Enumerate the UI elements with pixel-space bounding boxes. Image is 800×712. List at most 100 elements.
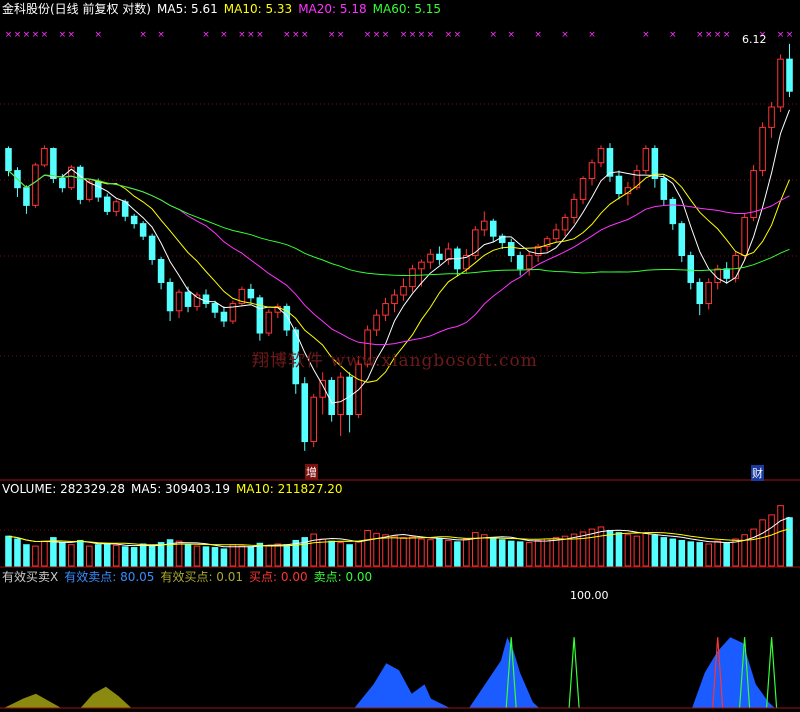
candle-body bbox=[786, 58, 793, 92]
volume-bar bbox=[624, 534, 632, 567]
candle-body bbox=[166, 281, 174, 312]
signal-x-mark: × bbox=[454, 30, 462, 40]
signal-x-mark: × bbox=[642, 30, 650, 40]
signal-x-mark: × bbox=[14, 30, 22, 40]
indicator-area bbox=[354, 637, 775, 708]
signal-x-mark: × bbox=[301, 30, 309, 40]
volume-bar bbox=[41, 540, 48, 567]
candle-body bbox=[472, 229, 479, 257]
candle-body bbox=[409, 268, 416, 288]
volume-bar bbox=[274, 543, 282, 567]
signal-x-mark: × bbox=[94, 30, 102, 40]
volume-bar bbox=[516, 541, 524, 567]
signal-x-mark: × bbox=[202, 30, 210, 40]
signal-x-mark: × bbox=[139, 30, 147, 40]
candle-body bbox=[436, 253, 443, 260]
candle-body bbox=[732, 255, 739, 279]
candle-body bbox=[157, 258, 165, 283]
volume-bar bbox=[472, 532, 479, 567]
signal-x-mark: × bbox=[561, 30, 569, 40]
signal-x-mark: × bbox=[400, 30, 408, 40]
candle-body bbox=[750, 170, 757, 218]
candle-body bbox=[391, 294, 398, 305]
volume-bar bbox=[507, 540, 515, 567]
volume-bar bbox=[427, 539, 434, 567]
volume-bar bbox=[229, 544, 237, 567]
candle-body bbox=[723, 268, 730, 279]
ma-item-0: MA5: 5.61 bbox=[157, 2, 218, 16]
candle-body bbox=[148, 235, 156, 260]
candle-body bbox=[373, 314, 380, 331]
volume-bar bbox=[103, 542, 111, 567]
vol-item-1: MA5: 309403.19 bbox=[131, 482, 230, 496]
signal-x-mark: × bbox=[489, 30, 497, 40]
volume-bar bbox=[346, 544, 353, 567]
price-high-label: 6.12 bbox=[742, 33, 767, 46]
candle-body bbox=[777, 58, 784, 108]
candle-body bbox=[741, 216, 748, 257]
candle-body bbox=[202, 294, 210, 305]
indicator-spike bbox=[766, 637, 778, 709]
low-marker: 增 bbox=[305, 464, 318, 480]
volume-bar bbox=[732, 538, 739, 567]
volume-bar bbox=[498, 539, 506, 567]
signal-x-mark: × bbox=[328, 30, 336, 40]
volume-bar bbox=[265, 544, 273, 567]
vol-item-0: VOLUME: 282329.28 bbox=[2, 482, 125, 496]
signal-x-mark: × bbox=[777, 30, 785, 40]
candle-body bbox=[265, 311, 273, 334]
volume-bar bbox=[418, 538, 425, 567]
candle-body bbox=[570, 198, 578, 218]
volume-bar bbox=[525, 542, 533, 567]
ma-item-1: MA10: 5.33 bbox=[223, 2, 293, 16]
candle-body bbox=[615, 175, 623, 195]
ma-item-3: MA60: 5.15 bbox=[372, 2, 442, 16]
candle-body bbox=[696, 281, 704, 305]
signal-x-mark: × bbox=[337, 30, 345, 40]
candle-body bbox=[489, 220, 497, 237]
volume-bar bbox=[669, 538, 677, 567]
volume-bar bbox=[5, 535, 12, 567]
candle-body bbox=[687, 255, 695, 283]
signal-x-mark: × bbox=[507, 30, 515, 40]
volume-bar bbox=[86, 545, 93, 567]
candle-body bbox=[642, 148, 650, 172]
candle-body bbox=[768, 106, 775, 128]
candle-body bbox=[50, 148, 57, 179]
candle-body bbox=[418, 261, 425, 270]
candle-body bbox=[337, 376, 344, 416]
signal-x-mark: × bbox=[41, 30, 49, 40]
volume-bar bbox=[139, 543, 147, 567]
volume-bar bbox=[68, 544, 75, 567]
signal-x-mark: × bbox=[534, 30, 542, 40]
signal-x-mark: × bbox=[238, 30, 246, 40]
candle-body bbox=[427, 253, 434, 263]
signal-x-mark: × bbox=[5, 30, 13, 40]
candle-body bbox=[23, 187, 30, 206]
volume-bar bbox=[283, 544, 291, 567]
candle-body bbox=[400, 286, 407, 296]
volume-header: VOLUME: 282329.28 MA5: 309403.19 MA10: 211… bbox=[2, 481, 349, 497]
volume-bar bbox=[687, 541, 695, 567]
candle-body bbox=[705, 281, 712, 305]
volume-bar bbox=[310, 533, 317, 567]
volume-bar bbox=[211, 547, 219, 567]
volume-bar bbox=[489, 537, 497, 567]
signal-x-mark: × bbox=[418, 30, 426, 40]
volume-bar bbox=[454, 541, 461, 567]
candle-body bbox=[561, 216, 569, 231]
candle-body bbox=[507, 242, 515, 257]
indicator-spike bbox=[568, 637, 580, 709]
volume-bar bbox=[723, 542, 730, 567]
signal-x-mark: × bbox=[23, 30, 31, 40]
volume-bar bbox=[597, 526, 605, 567]
signal-x-mark: × bbox=[714, 30, 722, 40]
volume-bar bbox=[319, 538, 326, 567]
volume-bar bbox=[615, 532, 623, 567]
volume-bar bbox=[409, 536, 416, 567]
volume-bar bbox=[256, 542, 264, 567]
candle-body bbox=[328, 379, 335, 416]
signal-x-mark: × bbox=[669, 30, 677, 40]
signal-x-mark: × bbox=[364, 30, 372, 40]
ind-item-2: 有效买点: 0.01 bbox=[160, 570, 244, 584]
